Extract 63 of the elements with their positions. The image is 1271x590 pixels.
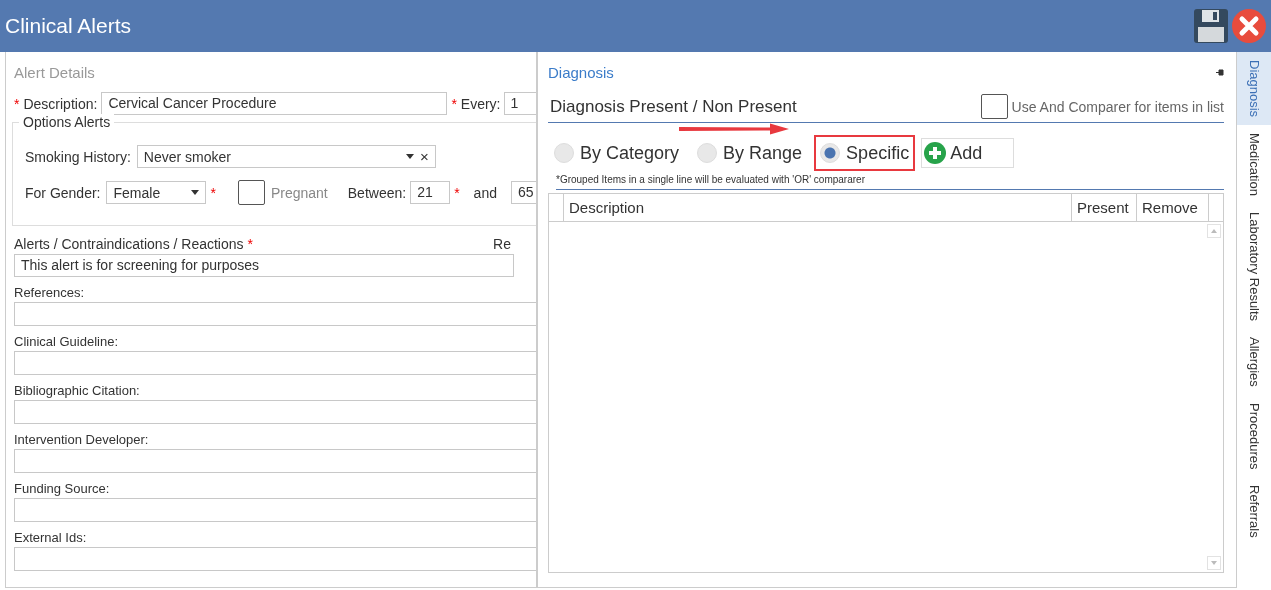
field-label: Clinical Guideline: — [14, 334, 120, 349]
field-label: Re — [493, 236, 511, 252]
text-field[interactable] — [14, 449, 536, 473]
text-field[interactable] — [14, 547, 536, 571]
every-field[interactable]: 1 — [503, 92, 536, 115]
side-tab[interactable]: Referrals — [1237, 477, 1271, 547]
text-field[interactable] — [14, 302, 536, 326]
column-header[interactable]: Description — [564, 194, 1072, 221]
field-label: Smoking History: — [25, 148, 131, 165]
field-label: Bibliographic Citation: — [14, 383, 141, 398]
panel-title: Diagnosis — [548, 64, 614, 81]
column-header[interactable]: Remove — [1137, 194, 1209, 221]
radio-option[interactable]: Specific — [814, 135, 916, 171]
required-mark: * — [454, 184, 460, 201]
section-title: Diagnosis Present / Non Present — [550, 96, 798, 117]
field-label: Description: — [23, 95, 98, 112]
radio-option[interactable]: By Range — [691, 135, 809, 171]
field-label: Every: — [460, 95, 501, 112]
required-mark: * — [247, 236, 253, 252]
description-field[interactable]: Cervical Cancer Procedure — [101, 92, 448, 115]
window-title: Clinical Alerts — [5, 14, 132, 38]
group-title: Options Alerts — [19, 114, 115, 130]
side-tab[interactable]: Diagnosis — [1237, 52, 1271, 126]
text-field[interactable] — [14, 498, 536, 522]
pregnant-checkbox[interactable] — [237, 180, 265, 205]
side-tab[interactable]: Medication — [1237, 125, 1271, 204]
required-mark: * — [210, 184, 216, 201]
field-label: Funding Source: — [14, 481, 111, 496]
side-tab[interactable]: Allergies — [1237, 329, 1271, 395]
panel-title: Alert Details — [14, 64, 96, 81]
note-text: *Grouped Items in a single line will be evaluated with 'OR' compararer — [556, 174, 1224, 190]
field-label: References: — [14, 285, 86, 300]
dropdown-caret-icon — [406, 154, 415, 159]
required-mark: * — [14, 95, 20, 112]
age-from-field[interactable]: 21 — [410, 181, 451, 204]
smoking-dropdown[interactable]: Never smoker × — [136, 145, 436, 168]
field-label: Between: — [347, 184, 407, 201]
dropdown-caret-icon — [191, 190, 200, 195]
alerts-field[interactable]: This alert is for screening for purposes — [14, 254, 514, 277]
add-button[interactable]: Add — [921, 138, 1015, 168]
side-tab[interactable]: Procedures — [1237, 394, 1271, 478]
checkbox-label: Pregnant — [270, 184, 328, 201]
field-label: For Gender: — [25, 184, 101, 201]
text-field[interactable] — [14, 400, 536, 424]
save-icon[interactable] — [1193, 8, 1229, 44]
side-tab[interactable]: Laboratory Results — [1237, 203, 1271, 330]
checkbox-label: Use And Comparer for items in list — [1011, 98, 1224, 115]
close-icon[interactable] — [1231, 8, 1267, 44]
text-field[interactable] — [14, 351, 536, 375]
pin-icon[interactable] — [1216, 69, 1224, 76]
plus-icon — [924, 142, 947, 164]
gender-dropdown[interactable]: Female — [106, 181, 207, 204]
scroll-down-icon[interactable] — [1207, 556, 1221, 570]
radio-option[interactable]: By Category — [548, 135, 686, 171]
field-label: Alerts / Contraindications / Reactions — [14, 236, 244, 252]
comparer-checkbox[interactable] — [980, 94, 1008, 119]
column-header[interactable]: Present — [1072, 194, 1137, 221]
required-mark: * — [451, 95, 457, 112]
field-label: Intervention Developer: — [14, 432, 150, 447]
field-label: External Ids: — [14, 530, 88, 545]
scroll-up-icon[interactable] — [1207, 224, 1221, 238]
field-label: and — [473, 184, 497, 201]
age-to-field[interactable]: 65 — [510, 181, 536, 204]
